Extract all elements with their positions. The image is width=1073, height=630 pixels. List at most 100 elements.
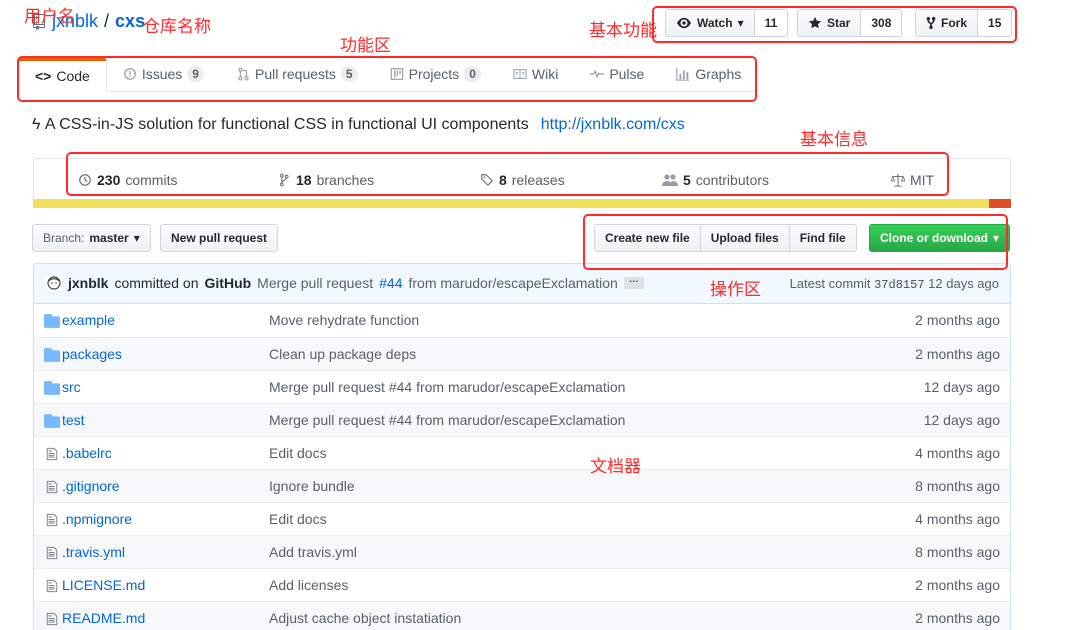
file-name-link[interactable]: .npmignore (62, 511, 132, 527)
file-icon (44, 447, 60, 461)
commits-count: 230 (97, 172, 121, 188)
watch-button[interactable]: Watch ▾ (665, 9, 755, 37)
commit-platform: GitHub (204, 275, 252, 291)
chevron-down-icon: ▾ (737, 16, 744, 30)
create-new-file-button[interactable]: Create new file (594, 224, 701, 252)
commit-author[interactable]: jxnblk (68, 275, 108, 291)
license-link[interactable]: MIT (891, 172, 934, 188)
issue-icon (123, 67, 137, 81)
file-commit-message[interactable]: Clean up package deps (269, 346, 416, 362)
commit-pr-link[interactable]: #44 (379, 275, 402, 291)
file-age: 12 days ago (923, 412, 1000, 428)
avatar[interactable] (46, 275, 62, 291)
new-pull-request-button[interactable]: New pull request (160, 224, 279, 252)
file-age: 2 months ago (915, 610, 1000, 626)
file-commit-message[interactable]: Edit docs (269, 445, 327, 461)
tab-pulse[interactable]: Pulse (574, 57, 660, 91)
fork-count[interactable]: 15 (978, 9, 1013, 37)
branches-link[interactable]: 18 branches (277, 172, 374, 188)
file-commit-message[interactable]: Merge pull request #44 from marudor/esca… (269, 379, 625, 395)
file-commit-message[interactable]: Ignore bundle (269, 478, 355, 494)
file-commit-message[interactable]: Add licenses (269, 577, 348, 593)
law-icon (891, 173, 905, 187)
language-bar[interactable] (33, 199, 1011, 208)
tab-code-label: Code (56, 68, 90, 84)
commit-tease: jxnblk committed on GitHub Merge pull re… (33, 263, 1011, 304)
file-row: .babelrc Edit docs 4 months ago (34, 436, 1010, 469)
file-name-link[interactable]: README.md (62, 610, 145, 626)
file-name-link[interactable]: test (62, 412, 85, 428)
tag-icon (480, 173, 494, 187)
upload-files-button[interactable]: Upload files (699, 224, 790, 252)
file-icon (44, 513, 60, 527)
repo-separator: / (104, 11, 110, 31)
file-actions-group: Create new file Upload files Find file (594, 224, 857, 252)
watch-count[interactable]: 11 (754, 9, 789, 37)
file-commit-message[interactable]: Adjust cache object instatiation (269, 610, 461, 626)
contributors-link[interactable]: 5 contributors (662, 172, 769, 188)
commits-link[interactable]: 230 commits (78, 172, 177, 188)
file-age: 4 months ago (915, 511, 1000, 527)
file-age: 2 months ago (915, 312, 1000, 328)
file-name-link[interactable]: .travis.yml (62, 544, 125, 560)
fork-label: Fork (941, 16, 968, 30)
file-row: test Merge pull request #44 from marudor/… (34, 403, 1010, 436)
find-file-button[interactable]: Find file (788, 224, 857, 252)
file-commit-message[interactable]: Merge pull request #44 from marudor/esca… (269, 412, 625, 428)
fork-button[interactable]: Fork (915, 9, 979, 37)
chevron-down-icon: ▾ (133, 231, 140, 245)
star-count[interactable]: 308 (861, 9, 903, 37)
folder-icon (44, 381, 60, 395)
annotation-function-area: 功能区 (340, 36, 391, 56)
file-age: 8 months ago (915, 544, 1000, 560)
tab-issues[interactable]: Issues 9 (107, 57, 220, 91)
issues-counter: 9 (187, 66, 204, 82)
repo-nav-tabs: <> Code Issues 9 Pull requests 5 Project… (18, 58, 756, 92)
file-name-link[interactable]: .babelrc (62, 445, 112, 461)
branch-select-button[interactable]: Branch: master ▾ (32, 224, 151, 252)
commit-message-after[interactable]: from marudor/escapeExclamation (408, 275, 617, 291)
annotation-file-list: 文档器 (590, 457, 641, 477)
file-commit-message[interactable]: Edit docs (269, 511, 327, 527)
book-icon (513, 67, 527, 81)
commit-sha-link[interactable]: 37d8157 (874, 278, 924, 292)
eye-icon (676, 16, 692, 30)
clone-or-download-button[interactable]: Clone or download ▾ (869, 224, 1011, 252)
releases-link[interactable]: 8 releases (480, 172, 565, 188)
file-age: 12 days ago (923, 379, 1000, 395)
branches-label: branches (316, 172, 375, 188)
folder-icon (44, 414, 60, 428)
star-group: Star 308 (797, 9, 903, 37)
file-name-link[interactable]: packages (62, 346, 122, 362)
tab-graphs[interactable]: Graphs (660, 57, 757, 91)
repo-homepage-link[interactable]: http://jxnblk.com/cxs (541, 116, 685, 134)
tab-pull-requests[interactable]: Pull requests 5 (220, 57, 374, 91)
file-commit-message[interactable]: Move rehydrate function (269, 312, 419, 328)
tab-wiki[interactable]: Wiki (497, 57, 574, 91)
fork-icon (926, 16, 936, 30)
releases-label: releases (511, 172, 565, 188)
file-row: packages Clean up package deps 2 months ag… (34, 337, 1010, 370)
language-bar-segment (33, 199, 989, 208)
file-name-link[interactable]: example (62, 312, 115, 328)
star-button[interactable]: Star (797, 9, 862, 37)
file-name-link[interactable]: src (62, 379, 81, 395)
language-bar-segment (988, 199, 1011, 208)
file-name-link[interactable]: .gitignore (62, 478, 120, 494)
latest-commit-label: Latest commit (789, 276, 871, 291)
file-name-link[interactable]: LICENSE.md (62, 577, 145, 593)
tab-graphs-label: Graphs (695, 66, 742, 82)
code-icon: <> (35, 68, 52, 84)
commit-expand-button[interactable]: … (623, 275, 644, 289)
people-icon (662, 173, 678, 187)
tab-code[interactable]: <> Code (18, 58, 107, 92)
tab-projects[interactable]: Projects 0 (374, 57, 497, 91)
commit-message-before[interactable]: Merge pull request (257, 275, 373, 291)
repo-description-text: ϟ A CSS-in-JS solution for functional CS… (32, 116, 529, 133)
pull-requests-counter: 5 (340, 66, 358, 82)
file-commit-message[interactable]: Add travis.yml (269, 544, 357, 560)
repo-name-link[interactable]: cxs (115, 11, 145, 32)
file-icon (44, 480, 60, 494)
annotation-username: 用户名 (24, 7, 75, 27)
file-age: 4 months ago (915, 445, 1000, 461)
